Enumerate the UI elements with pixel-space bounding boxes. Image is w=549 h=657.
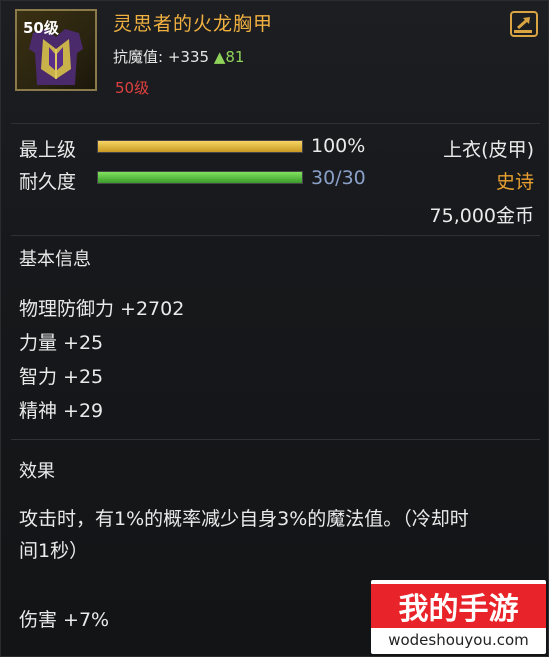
- export-arrow-icon: [514, 17, 532, 33]
- durability-bar: [97, 171, 303, 184]
- watermark: 我的手游 wodeshouyou.com: [371, 580, 546, 654]
- price: 75,000金币: [429, 205, 534, 227]
- item-tooltip: 50级 灵思者的火龙胸甲 抗魔值: +335 ▲81 50级 最上级 100% …: [0, 0, 549, 657]
- main-stat-value: +335: [167, 48, 210, 66]
- upgrade-value: 100%: [311, 135, 366, 157]
- attr-spirit: 精神 +29: [19, 400, 104, 422]
- durability-bar-fill: [98, 172, 302, 183]
- effect-damage: 伤害 +7%: [19, 609, 110, 631]
- watermark-logo-text: 我的手游: [398, 592, 519, 627]
- main-stat-bonus: ▲81: [213, 48, 245, 66]
- effect-description: 攻击时，有1%的概率减少自身3%的魔法值。（冷却时 间1秒）: [19, 503, 529, 567]
- upgrade-label: 最上级: [19, 139, 77, 161]
- attr-physical-defense: 物理防御力 +2702: [19, 298, 185, 320]
- basic-info-title: 基本信息: [19, 249, 91, 270]
- divider: [11, 235, 540, 236]
- equipment-slot: 上衣(皮甲): [443, 139, 534, 161]
- item-level-badge: 50级: [23, 19, 59, 37]
- item-name: 灵思者的火龙胸甲: [113, 13, 274, 35]
- required-level: 50级: [115, 79, 150, 97]
- effect-title: 效果: [19, 461, 55, 482]
- effect-line-2: 间1秒）: [19, 540, 89, 562]
- attr-intelligence: 智力 +25: [19, 366, 104, 388]
- upgrade-bar: [97, 140, 303, 153]
- divider: [11, 439, 540, 440]
- durability-value: 30/30: [311, 167, 366, 189]
- rarity-label: 史诗: [495, 171, 534, 193]
- main-stat-label: 抗魔值:: [113, 48, 164, 66]
- item-icon-frame: 50级: [15, 9, 97, 91]
- watermark-url: wodeshouyou.com: [388, 631, 529, 649]
- effect-line-1: 攻击时，有1%的概率减少自身3%的魔法值。（冷却时: [19, 508, 469, 530]
- share-export-icon[interactable]: [510, 11, 538, 37]
- tooltip-header: 50级 灵思者的火龙胸甲 抗魔值: +335 ▲81 50级: [1, 1, 548, 113]
- main-stat: 抗魔值: +335 ▲81: [113, 46, 244, 67]
- divider: [11, 123, 540, 124]
- attr-strength: 力量 +25: [19, 332, 104, 354]
- upgrade-bar-fill: [98, 141, 302, 152]
- durability-label: 耐久度: [19, 171, 77, 193]
